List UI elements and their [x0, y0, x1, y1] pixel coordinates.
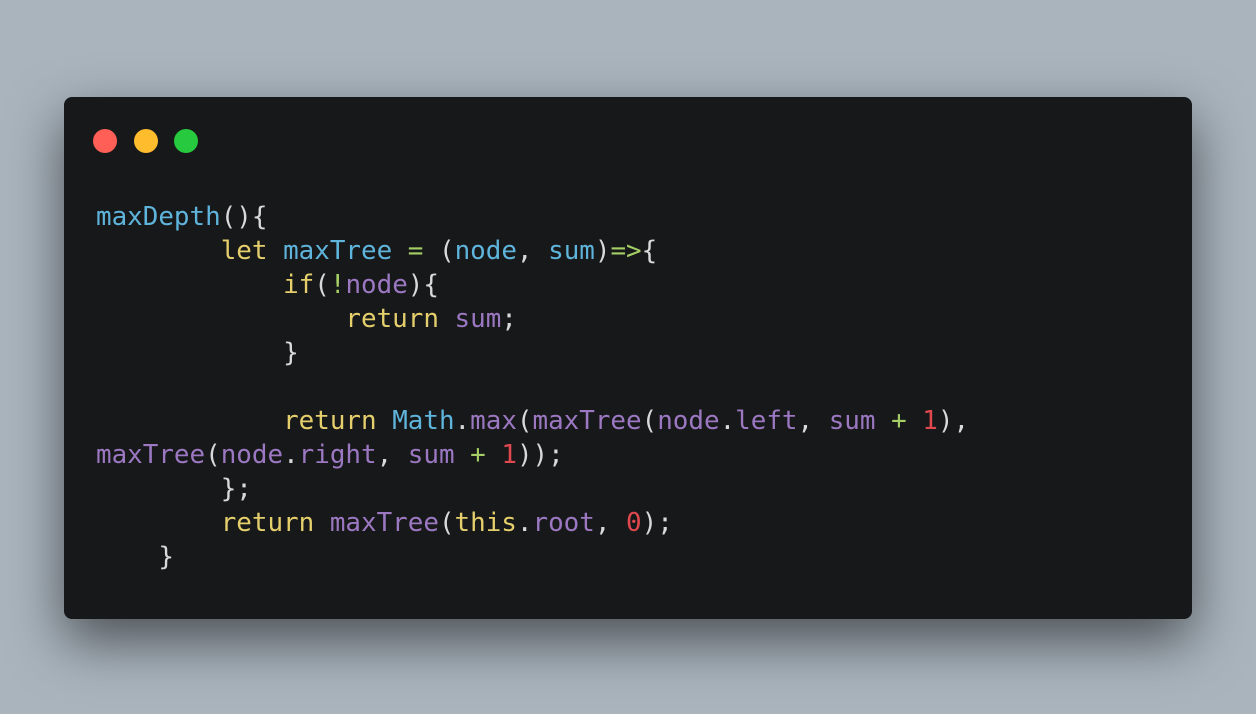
maximize-dot-icon[interactable] — [174, 129, 198, 153]
code-token: ){ — [407, 270, 439, 300]
code-token: . — [719, 406, 736, 436]
code-line: maxDepth(){ — [96, 200, 969, 234]
code-token: maxTree — [283, 236, 393, 266]
code-token: ( — [641, 406, 658, 436]
code-token: return — [345, 304, 439, 334]
code-token: => — [610, 236, 642, 266]
code-token: { — [641, 236, 658, 266]
code-token: node — [220, 440, 284, 470]
code-token: } — [283, 338, 299, 368]
code-token: ( — [516, 406, 533, 436]
code-token: sum — [548, 236, 595, 266]
code-line: if(!node){ — [96, 268, 969, 302]
code-token: )); — [516, 440, 564, 470]
code-token: sum — [407, 440, 455, 470]
code-token: + — [891, 406, 907, 436]
code-token: node — [454, 236, 517, 266]
code-line: return maxTree(this.root, 0); — [96, 506, 969, 540]
code-token: ( — [423, 236, 455, 266]
code-line: } — [96, 336, 969, 370]
code-token: . — [516, 508, 533, 538]
code-token: . — [283, 440, 299, 470]
minimize-dot-icon[interactable] — [134, 129, 158, 153]
code-token: ); — [641, 508, 673, 538]
code-token: root — [532, 508, 595, 538]
code-window: maxDepth(){ let maxTree = (node, sum)=>{… — [64, 97, 1192, 619]
code-token: 1 — [501, 440, 517, 470]
code-block: maxDepth(){ let maxTree = (node, sum)=>{… — [96, 200, 969, 574]
code-token: ( — [438, 508, 455, 538]
code-token: , — [594, 508, 627, 538]
code-line: maxTree(node.right, sum + 1)); — [96, 438, 969, 472]
code-token: node — [345, 270, 408, 300]
code-token: + — [470, 440, 486, 470]
code-token: }; — [220, 474, 252, 504]
code-token: if — [283, 270, 315, 300]
code-line: }; — [96, 472, 969, 506]
code-token: max — [470, 406, 517, 436]
code-token: ), — [937, 406, 970, 436]
code-token: ; — [501, 304, 517, 334]
code-token: (){ — [220, 202, 268, 232]
code-token: } — [158, 542, 174, 572]
code-token: , — [376, 440, 408, 470]
code-token: ( — [205, 440, 221, 470]
code-line: } — [96, 540, 969, 574]
code-token: maxDepth — [96, 202, 221, 232]
code-token: . — [454, 406, 471, 436]
code-line: return sum; — [96, 302, 969, 336]
close-dot-icon[interactable] — [93, 129, 117, 153]
code-line: return Math.max(maxTree(node.left, sum +… — [96, 404, 969, 438]
code-token: sum — [454, 304, 502, 334]
code-token: sum — [828, 406, 876, 436]
code-token: maxTree — [329, 508, 439, 538]
code-token: 1 — [922, 406, 938, 436]
code-token: maxTree — [532, 406, 642, 436]
code-token: return — [220, 508, 315, 538]
code-token: return — [283, 406, 377, 436]
code-token: ) — [594, 236, 611, 266]
code-line: let maxTree = (node, sum)=>{ — [96, 234, 969, 268]
code-token: ! — [329, 270, 346, 300]
code-token: left — [735, 406, 798, 436]
code-token: node — [657, 406, 720, 436]
code-token: this — [454, 508, 517, 538]
code-token: = — [407, 236, 424, 266]
code-token: 0 — [626, 508, 642, 538]
code-token: right — [298, 440, 377, 470]
code-token: , — [797, 406, 829, 436]
code-token: , — [516, 236, 549, 266]
code-token: Math — [392, 406, 455, 436]
code-token: ( — [314, 270, 330, 300]
code-token: let — [220, 236, 268, 266]
code-token: maxTree — [96, 440, 206, 470]
